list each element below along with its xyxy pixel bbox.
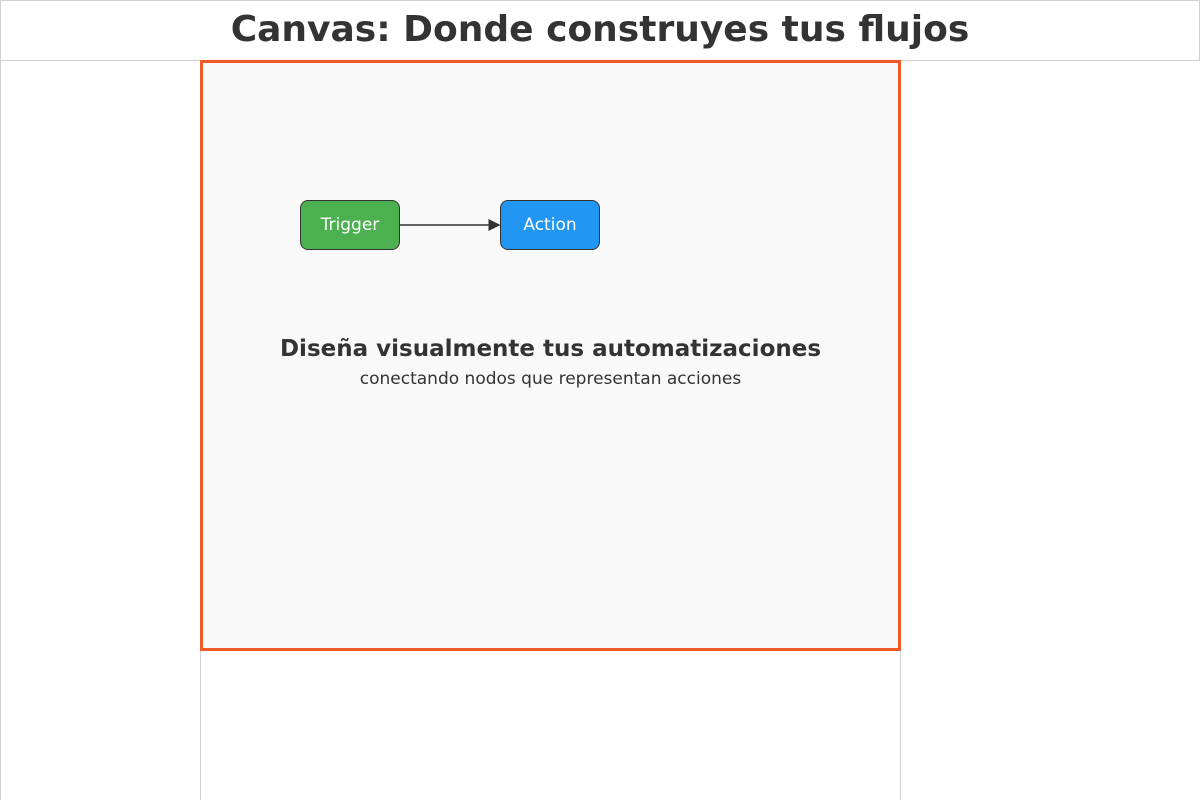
trigger-node[interactable]: Trigger xyxy=(300,200,400,250)
canvas-subheading: conectando nodos que representan accione… xyxy=(359,369,742,389)
left-panel xyxy=(0,60,200,800)
workflow-canvas[interactable]: Trigger Action Diseña visualmente tus au… xyxy=(200,60,901,651)
action-node-label: Action xyxy=(523,215,577,235)
canvas-heading: Diseña visualmente tus automatizaciones xyxy=(279,336,822,362)
header-bar: Canvas: Donde construyes tus flujos xyxy=(0,0,1200,61)
page: Canvas: Donde construyes tus flujos Trig… xyxy=(0,0,1200,800)
trigger-node-label: Trigger xyxy=(320,215,380,235)
action-node[interactable]: Action xyxy=(500,200,600,250)
page-title: Canvas: Donde construyes tus flujos xyxy=(230,8,970,50)
